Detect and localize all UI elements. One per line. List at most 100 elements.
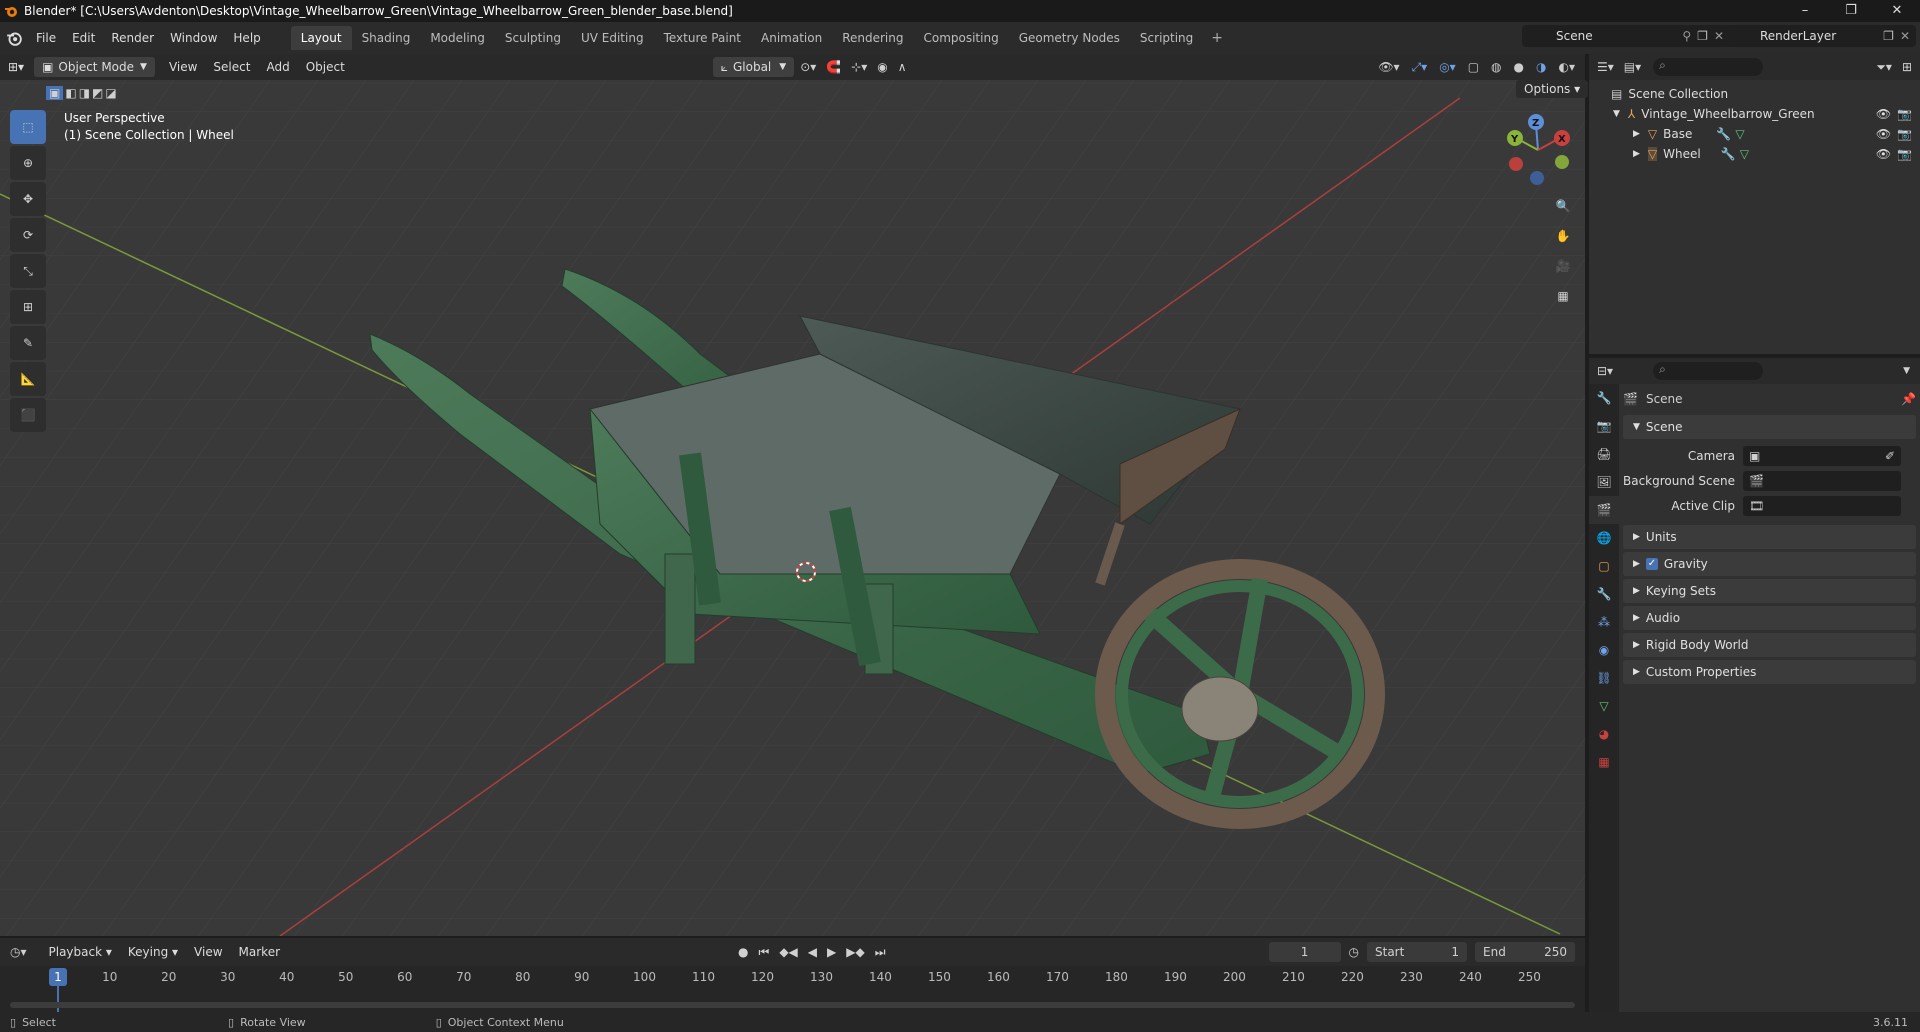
- object-tab-icon[interactable]: ▢: [1589, 552, 1619, 580]
- render-layer-selector[interactable]: RenderLayer ❐ ✕: [1726, 25, 1916, 47]
- prev-keyframe-icon[interactable]: ◆◀: [779, 945, 797, 960]
- menu-render[interactable]: Render: [103, 31, 162, 45]
- play-reverse-icon[interactable]: ◀: [808, 945, 817, 960]
- workspace-tab-sculpting[interactable]: Sculpting: [495, 26, 571, 50]
- jump-end-icon[interactable]: ⏭: [875, 945, 886, 960]
- rotate-tool-icon[interactable]: ⟳: [10, 218, 46, 252]
- eye-icon[interactable]: 👁: [1876, 127, 1891, 141]
- workspace-tab-compositing[interactable]: Compositing: [913, 26, 1008, 50]
- viewport-menu-view[interactable]: View: [161, 60, 205, 74]
- cursor-tool-icon[interactable]: ⊕: [10, 146, 46, 180]
- panel-audio[interactable]: ▶ Audio: [1623, 606, 1916, 630]
- workspace-tab-rendering[interactable]: Rendering: [832, 26, 913, 50]
- chevron-down-icon[interactable]: ▼: [1903, 366, 1910, 376]
- eyedropper-icon[interactable]: ✐: [1885, 449, 1895, 463]
- select-new-icon[interactable]: ▣: [46, 86, 64, 100]
- xray-icon[interactable]: ▢: [1468, 60, 1479, 75]
- material-tab-icon[interactable]: ◕: [1589, 720, 1619, 748]
- workspace-tab-animation[interactable]: Animation: [751, 26, 832, 50]
- eye-icon[interactable]: 👁: [1876, 107, 1891, 121]
- close-button[interactable]: ✕: [1874, 0, 1920, 22]
- panel-gravity[interactable]: ▶ ✓ Gravity: [1623, 552, 1916, 576]
- timeline-editor-type-icon[interactable]: ◷▾: [10, 945, 27, 959]
- camera-render-icon[interactable]: 📷: [1897, 147, 1912, 161]
- panel-scene[interactable]: ▼ Scene: [1623, 415, 1916, 439]
- world-tab-icon[interactable]: 🌐: [1589, 524, 1619, 552]
- pivot-icon[interactable]: ⊙▾: [800, 60, 816, 74]
- outliner-row-base[interactable]: ▶ ▽ Base 🔧 ▽ 👁 📷: [1589, 124, 1920, 144]
- workspace-tab-modeling[interactable]: Modeling: [420, 26, 495, 50]
- expand-arrow-icon[interactable]: ▶: [1633, 129, 1640, 139]
- current-frame-field[interactable]: 1: [1268, 942, 1341, 962]
- panel-custom-properties[interactable]: ▶ Custom Properties: [1623, 660, 1916, 684]
- proportional-edit-icon[interactable]: ◉: [877, 60, 887, 74]
- view-layer-tab-icon[interactable]: 🖼: [1589, 468, 1619, 496]
- orientation-dropdown[interactable]: ⟀ Global ▼: [712, 57, 795, 77]
- render-tab-icon[interactable]: 📷: [1589, 412, 1619, 440]
- pin-icon[interactable]: ⚲: [1682, 29, 1691, 43]
- measure-tool-icon[interactable]: 📐: [10, 362, 46, 396]
- mode-dropdown[interactable]: ▣ Object Mode ▼: [34, 57, 155, 77]
- panel-rigid-body-world[interactable]: ▶ Rigid Body World: [1623, 633, 1916, 657]
- 3d-viewport[interactable]: Z Y X: [0, 54, 1585, 936]
- move-tool-icon[interactable]: ✥: [10, 182, 46, 216]
- timeline-menu-keying[interactable]: Keying ▾: [120, 945, 186, 959]
- delete-layer-icon[interactable]: ✕: [1900, 29, 1910, 43]
- pin-icon[interactable]: 📌: [1901, 392, 1916, 406]
- next-keyframe-icon[interactable]: ▶◆: [846, 945, 864, 960]
- workspace-tab-geometry-nodes[interactable]: Geometry Nodes: [1009, 26, 1130, 50]
- playhead[interactable]: 1: [49, 968, 67, 986]
- workspace-tab-texture-paint[interactable]: Texture Paint: [654, 26, 751, 50]
- add-workspace-button[interactable]: +: [1203, 30, 1231, 46]
- maximize-button[interactable]: ❐: [1828, 0, 1874, 22]
- select-invert-icon[interactable]: ◩: [92, 86, 103, 100]
- timeline-menu-view[interactable]: View: [186, 945, 230, 959]
- menu-window[interactable]: Window: [162, 31, 225, 45]
- pan-hand-icon[interactable]: ✋: [1549, 222, 1577, 250]
- outliner-search-input[interactable]: ⌕: [1653, 58, 1764, 76]
- tool-tab-icon[interactable]: 🔧: [1589, 384, 1619, 412]
- start-frame-field[interactable]: Start 1: [1367, 942, 1467, 962]
- end-frame-field[interactable]: End 250: [1475, 942, 1575, 962]
- timeline-menu-marker[interactable]: Marker: [231, 945, 288, 959]
- modifier-tab-icon[interactable]: 🔧: [1589, 580, 1619, 608]
- new-scene-icon[interactable]: ❐: [1697, 29, 1708, 43]
- scale-tool-icon[interactable]: ⤡: [10, 254, 46, 288]
- properties-editor-type-icon[interactable]: ⊟▾: [1597, 364, 1613, 378]
- menu-edit[interactable]: Edit: [64, 31, 103, 45]
- visibility-icon[interactable]: 👁▾: [1378, 60, 1399, 75]
- outliner-row-scene-collection[interactable]: ▤ Scene Collection: [1589, 84, 1920, 104]
- outliner-editor-type-icon[interactable]: ☰▾: [1597, 60, 1614, 74]
- workspace-tab-shading[interactable]: Shading: [352, 26, 421, 50]
- record-icon[interactable]: ●: [738, 945, 748, 960]
- minimize-button[interactable]: –: [1782, 0, 1828, 22]
- scene-selector[interactable]: Scene ⚲ ❐ ✕: [1522, 25, 1730, 47]
- clock-icon[interactable]: ◷: [1349, 945, 1359, 959]
- scene-tab-icon[interactable]: 🎬: [1589, 496, 1619, 524]
- workspace-tab-scripting[interactable]: Scripting: [1130, 26, 1203, 50]
- camera-field[interactable]: ▣ ✐: [1743, 445, 1901, 466]
- display-mode-icon[interactable]: ▤▾: [1624, 60, 1641, 74]
- eye-icon[interactable]: 👁: [1876, 147, 1891, 161]
- filter-icon[interactable]: ⏷▾: [1876, 60, 1892, 75]
- select-box-tool-icon[interactable]: ⬚: [10, 110, 46, 144]
- panel-keying-sets[interactable]: ▶ Keying Sets: [1623, 579, 1916, 603]
- falloff-icon[interactable]: ∧: [898, 60, 907, 74]
- new-collection-icon[interactable]: ⊞: [1902, 60, 1912, 74]
- rendered-shading-icon[interactable]: ◐▾: [1559, 60, 1576, 75]
- background-scene-field[interactable]: 🎬: [1743, 470, 1901, 491]
- add-cube-tool-icon[interactable]: ⬛: [10, 398, 46, 432]
- outliner-row-wheelbarrow[interactable]: ▼ ⅄ Vintage_Wheelbarrow_Green 👁 📷: [1589, 104, 1920, 124]
- zoom-icon[interactable]: 🔍: [1549, 192, 1577, 220]
- annotate-tool-icon[interactable]: ✎: [10, 326, 46, 360]
- transform-tool-icon[interactable]: ⊞: [10, 290, 46, 324]
- physics-tab-icon[interactable]: ◉: [1589, 636, 1619, 664]
- viewport-menu-add[interactable]: Add: [258, 60, 297, 74]
- select-intersect-icon[interactable]: ◪: [105, 86, 116, 100]
- timeline-area[interactable]: 1102030405060708090100110120130140150160…: [0, 966, 1585, 1012]
- menu-file[interactable]: File: [28, 31, 64, 45]
- viewport-menu-object[interactable]: Object: [298, 60, 353, 74]
- new-layer-icon[interactable]: ❐: [1883, 29, 1894, 43]
- menu-help[interactable]: Help: [225, 31, 268, 45]
- active-clip-field[interactable]: 🎞: [1743, 495, 1901, 516]
